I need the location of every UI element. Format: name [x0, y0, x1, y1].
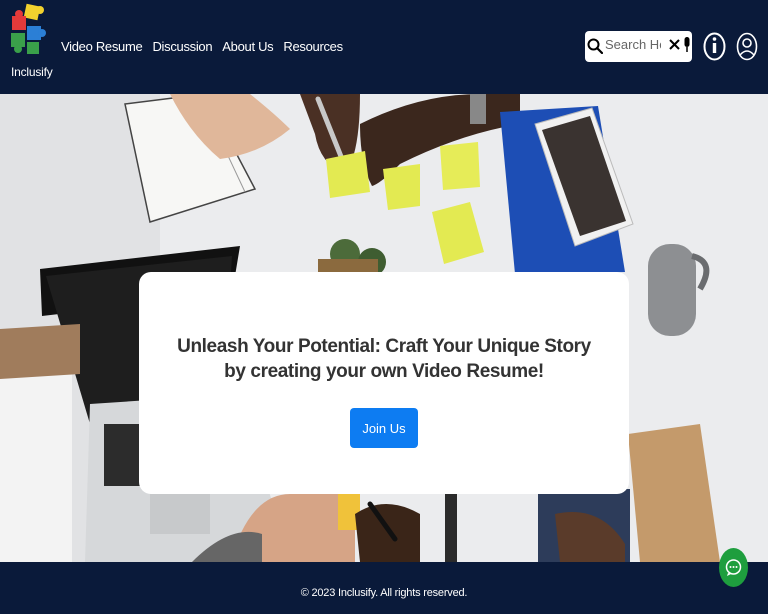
chat-bubble-icon	[725, 559, 742, 576]
info-icon[interactable]	[703, 32, 726, 61]
search-input[interactable]	[605, 33, 661, 55]
search-box	[585, 31, 692, 62]
join-us-button[interactable]: Join Us	[350, 408, 418, 448]
hero-section: Unleash Your Potential: Craft Your Uniqu…	[0, 94, 768, 562]
footer: © 2023 Inclusify. All rights reserved.	[0, 562, 768, 614]
nav-link-discussion[interactable]: Discussion	[152, 39, 212, 54]
hero-card: Unleash Your Potential: Craft Your Uniqu…	[139, 272, 629, 494]
brand-name: Inclusify	[11, 65, 53, 79]
copyright-text: © 2023 Inclusify. All rights reserved.	[300, 587, 468, 599]
hero-headline: Unleash Your Potential: Craft Your Uniqu…	[177, 336, 591, 382]
brand-logo[interactable]: Inclusify	[8, 2, 53, 80]
user-icon[interactable]	[736, 32, 758, 61]
nav-link-video-resume[interactable]: Video Resume	[61, 39, 143, 54]
main-nav: Video Resume Discussion About Us Resourc…	[61, 39, 353, 54]
nav-link-about-us[interactable]: About Us	[222, 39, 273, 54]
microphone-icon[interactable]	[683, 37, 691, 53]
search-icon[interactable]	[587, 38, 603, 54]
nav-link-resources[interactable]: Resources	[283, 39, 343, 54]
clear-icon[interactable]	[669, 39, 680, 50]
navbar: Inclusify Video Resume Discussion About …	[0, 0, 768, 94]
chat-button[interactable]	[719, 548, 748, 587]
puzzle-logo-icon	[11, 3, 46, 54]
